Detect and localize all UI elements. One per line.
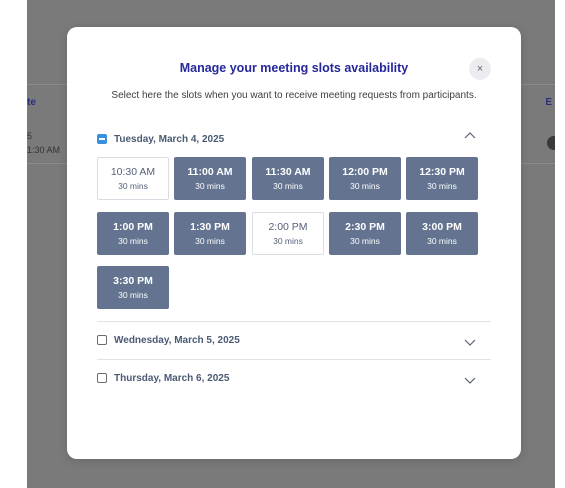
modal-title: Manage your meeting slots availability (179, 61, 409, 75)
slot-duration: 30 mins (427, 180, 457, 191)
slot-time: 11:30 AM (265, 165, 311, 178)
chevron-down-icon[interactable] (463, 335, 477, 349)
time-slot[interactable]: 12:00 PM 30 mins (329, 157, 401, 200)
slot-duration: 30 mins (118, 235, 148, 246)
day-header-tuesday[interactable]: Tuesday, March 4, 2025 (97, 132, 491, 146)
slot-time: 12:30 PM (419, 165, 465, 178)
time-slot[interactable]: 2:30 PM 30 mins (329, 212, 401, 255)
slot-duration: 30 mins (118, 180, 148, 191)
day-divider (97, 359, 491, 360)
close-button[interactable]: × (469, 58, 491, 80)
indeterminate-icon (99, 138, 105, 140)
avatar (547, 136, 555, 150)
table-cell-time-fragment: 1:30 AM (27, 145, 61, 155)
day-checkbox-tuesday[interactable] (97, 134, 107, 144)
time-slot[interactable]: 1:00 PM 30 mins (97, 212, 169, 255)
table-cell-fragment: 5 (27, 131, 33, 141)
day-header-thursday[interactable]: Thursday, March 6, 2025 (97, 371, 491, 385)
chevron-up-icon[interactable] (463, 129, 477, 143)
slot-time: 3:30 PM (113, 274, 153, 287)
time-slot[interactable]: 11:30 AM 30 mins (252, 157, 324, 200)
time-slot[interactable]: 1:30 PM 30 mins (174, 212, 246, 255)
day-label: Wednesday, March 5, 2025 (114, 334, 240, 346)
slot-time: 2:30 PM (345, 220, 385, 233)
time-slot[interactable]: 3:00 PM 30 mins (406, 212, 478, 255)
close-icon: × (476, 63, 484, 75)
day-header-wednesday[interactable]: Wednesday, March 5, 2025 (97, 333, 491, 347)
slot-time: 3:00 PM (422, 220, 462, 233)
day-label: Tuesday, March 4, 2025 (114, 133, 225, 145)
day-divider (97, 321, 491, 322)
time-slot[interactable]: 12:30 PM 30 mins (406, 157, 478, 200)
slot-duration: 30 mins (273, 235, 303, 246)
slot-time: 1:00 PM (113, 220, 153, 233)
day-checkbox-thursday[interactable] (97, 373, 107, 383)
slot-duration: 30 mins (195, 180, 225, 191)
time-slot[interactable]: 3:30 PM 30 mins (97, 266, 169, 309)
slot-time: 10:30 AM (110, 165, 156, 178)
day-checkbox-wednesday[interactable] (97, 335, 107, 345)
table-header-fragment: te (27, 97, 36, 108)
slot-duration: 30 mins (195, 235, 225, 246)
meeting-slots-modal: Manage your meeting slots availability ×… (67, 27, 521, 459)
time-slot[interactable]: 11:00 AM 30 mins (174, 157, 246, 200)
slot-time: 2:00 PM (268, 220, 308, 233)
slot-time: 12:00 PM (342, 165, 388, 178)
time-slot[interactable]: 10:30 AM 30 mins (97, 157, 169, 200)
slot-duration: 30 mins (350, 235, 380, 246)
chevron-down-icon[interactable] (463, 373, 477, 387)
slot-duration: 30 mins (427, 235, 457, 246)
slot-duration: 30 mins (350, 180, 380, 191)
slot-time: 11:00 AM (187, 165, 233, 178)
day-label: Thursday, March 6, 2025 (114, 372, 230, 384)
time-slot[interactable]: 2:00 PM 30 mins (252, 212, 324, 255)
slot-duration: 30 mins (118, 289, 148, 300)
slot-duration: 30 mins (273, 180, 303, 191)
slot-time: 1:30 PM (190, 220, 230, 233)
modal-subtitle: Select here the slots when you want to r… (111, 90, 477, 101)
table-header-fragment-right: E (545, 97, 552, 108)
